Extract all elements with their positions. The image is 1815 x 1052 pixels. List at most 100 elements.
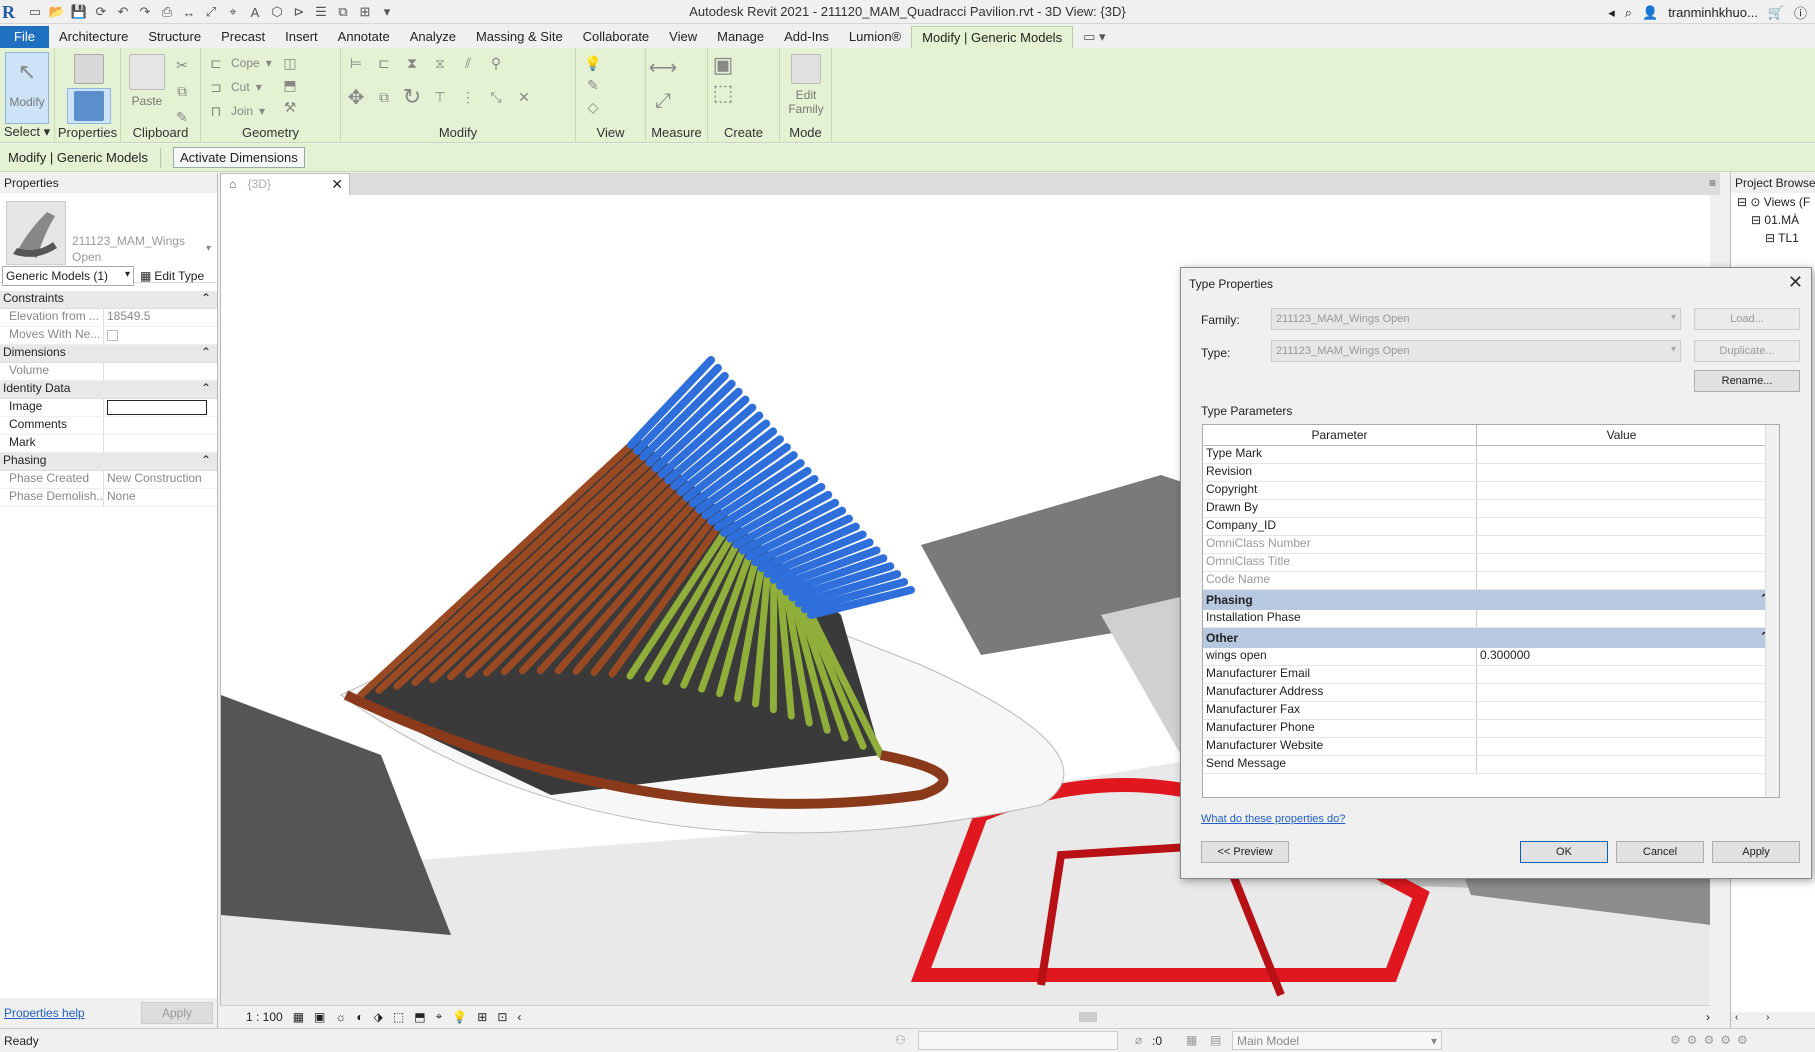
tab-menu-icon[interactable]: ≡ (1709, 176, 1716, 190)
param-value[interactable] (1477, 666, 1767, 683)
load-button[interactable]: Load... (1694, 308, 1800, 330)
view-scale[interactable]: 1 : 100 (246, 1010, 283, 1024)
cart-icon[interactable]: 🛒 (1768, 5, 1784, 21)
tab-architecture[interactable]: Architecture (49, 26, 138, 48)
grid-scrollbar[interactable] (1765, 425, 1779, 797)
param-value[interactable] (1477, 756, 1767, 773)
analytical-icon[interactable]: ⊞ (477, 1010, 487, 1024)
param-row[interactable]: OmniClass Title (1203, 554, 1779, 572)
tab-modify-generic-models[interactable]: Modify | Generic Models (911, 26, 1074, 48)
exclude-options-icon[interactable]: ▤ (1210, 1033, 1221, 1047)
paste-button[interactable]: Paste (125, 52, 169, 124)
match-type-icon[interactable]: ✎ (173, 108, 191, 126)
align-icon[interactable]: ⊨ (347, 54, 365, 72)
linework-icon[interactable]: ◇ (584, 98, 602, 116)
tab-lumion[interactable]: Lumion® (839, 26, 911, 48)
param-row[interactable]: Installation Phase (1203, 610, 1779, 628)
highlight-icon[interactable]: ⊡ (497, 1010, 507, 1024)
tab-3d-view[interactable]: ⌂ {3D} ✕ (220, 173, 350, 195)
demolish-icon[interactable]: ⚒ (281, 98, 299, 116)
visual-style-icon[interactable]: ▣ (314, 1010, 325, 1024)
param-value[interactable] (1477, 684, 1767, 701)
apply-button[interactable]: Apply (1712, 841, 1800, 863)
tab-manage[interactable]: Manage (707, 26, 774, 48)
wings-open-input[interactable]: 0.300000 (1477, 648, 1767, 665)
chevron-left-icon[interactable]: ◂ (1608, 5, 1615, 21)
col-parameter[interactable]: Parameter (1203, 425, 1477, 445)
join-button[interactable]: ⊓ Join ▾ (207, 102, 266, 120)
param-row[interactable]: Type Mark (1203, 446, 1779, 464)
tab-file[interactable]: File (0, 26, 49, 48)
activate-dimensions-button[interactable]: Activate Dimensions (172, 147, 305, 168)
param-value[interactable] (1477, 738, 1767, 755)
user-name[interactable]: tranminhkhuo... (1668, 5, 1758, 20)
trim-icon[interactable]: ⊤ (431, 88, 449, 106)
type-selector-dropdown-icon[interactable]: ▾ (206, 243, 211, 254)
browser-node-01[interactable]: ⊟ 01.MÀ (1751, 213, 1799, 227)
measure-distance-icon[interactable]: ⟷ (649, 57, 678, 79)
param-value[interactable] (1477, 500, 1767, 517)
phase-demolished-value[interactable]: None (104, 489, 217, 506)
properties-apply-button[interactable]: Apply (141, 1002, 213, 1024)
param-row[interactable]: Code Name (1203, 572, 1779, 590)
param-row[interactable]: Company_ID (1203, 518, 1779, 536)
ok-button[interactable]: OK (1520, 841, 1608, 863)
tab-insert[interactable]: Insert (275, 26, 328, 48)
sync-icon[interactable]: ⟳ (92, 3, 110, 21)
param-row[interactable]: Copyright (1203, 482, 1779, 500)
browser-scrollbar[interactable]: ‹ › (1731, 1012, 1815, 1028)
properties-toggle-button[interactable] (67, 88, 111, 124)
param-row[interactable]: OmniClass Number (1203, 536, 1779, 554)
param-row[interactable]: Manufacturer Website (1203, 738, 1779, 756)
reveal-hidden-icon[interactable]: 💡 (452, 1010, 467, 1024)
undo-icon[interactable]: ↶ (114, 3, 132, 21)
preview-button[interactable]: << Preview (1201, 841, 1289, 863)
close-hidden-icon[interactable]: ⧉ (334, 3, 352, 21)
param-value[interactable] (1477, 464, 1767, 481)
help-link[interactable]: What do these properties do? (1201, 813, 1345, 825)
horizontal-scrollbar[interactable] (541, 1011, 1686, 1022)
scroll-left-icon[interactable]: ‹ (517, 1010, 521, 1024)
edit-type-button[interactable]: ▦ Edit Type (140, 269, 204, 283)
close-icon[interactable]: ✕ (331, 176, 343, 193)
selection-filter-icons[interactable]: ⚙⚙⚙⚙⚙ (1670, 1033, 1754, 1047)
create-parts-icon[interactable]: ⬚ (713, 80, 734, 105)
cut-geometry-button[interactable]: ⊐ Cut ▾ (207, 78, 262, 96)
param-row[interactable]: Manufacturer Email (1203, 666, 1779, 684)
tab-massing-site[interactable]: Massing & Site (466, 26, 573, 48)
mirror-draw-icon[interactable]: ⧖ (431, 54, 449, 72)
copy-icon[interactable]: ⧉ (173, 82, 191, 100)
crop-view-icon[interactable]: ⬚ (393, 1010, 404, 1024)
save-icon[interactable]: 💾 (70, 3, 88, 21)
edit-family-button[interactable]: Edit Family (784, 52, 828, 124)
mirror-pick-icon[interactable]: ⧗ (403, 54, 421, 72)
param-value[interactable] (1477, 482, 1767, 499)
group-phasing[interactable]: Phasing⌃ (1203, 590, 1779, 610)
mark-value[interactable] (104, 435, 217, 452)
render-icon[interactable]: ⬗ (374, 1010, 383, 1024)
param-value[interactable] (1477, 518, 1767, 535)
group-identity-data[interactable]: Identity Data ⌃ (0, 381, 217, 399)
cancel-button[interactable]: Cancel (1616, 841, 1704, 863)
binoculars-icon[interactable]: ⌕ (1625, 5, 1632, 21)
copy-element-icon[interactable]: ⧉ (375, 88, 393, 106)
help-icon[interactable]: ⓘ (1794, 3, 1807, 22)
param-row[interactable]: Send Message (1203, 756, 1779, 774)
offset-icon[interactable]: ⊏ (375, 54, 393, 72)
param-row[interactable]: Manufacturer Address (1203, 684, 1779, 702)
worksharing-icon[interactable]: ⚇ (895, 1033, 906, 1047)
param-row[interactable]: Manufacturer Phone (1203, 720, 1779, 738)
thin-lines-icon[interactable]: ☰ (312, 3, 330, 21)
param-value[interactable] (1477, 554, 1767, 571)
main-model-combo[interactable]: Main Model ▾ (1232, 1031, 1442, 1050)
type-combo[interactable]: 211123_MAM_Wings Open ▾ (1271, 340, 1681, 362)
pin-icon[interactable]: ⚲ (487, 54, 505, 72)
group-dimensions[interactable]: Dimensions ⌃ (0, 345, 217, 363)
delete-icon[interactable]: ✕ (515, 88, 533, 106)
move-icon[interactable]: ✥ (347, 87, 365, 109)
measure-icon[interactable]: ↔ (180, 3, 198, 21)
tab-collaborate[interactable]: Collaborate (573, 26, 660, 48)
param-row-wings-open[interactable]: wings open 0.300000 (1203, 648, 1779, 666)
phase-created-value[interactable]: New Construction (104, 471, 217, 488)
browser-node-tl1[interactable]: ⊟ TL1 (1765, 231, 1799, 245)
